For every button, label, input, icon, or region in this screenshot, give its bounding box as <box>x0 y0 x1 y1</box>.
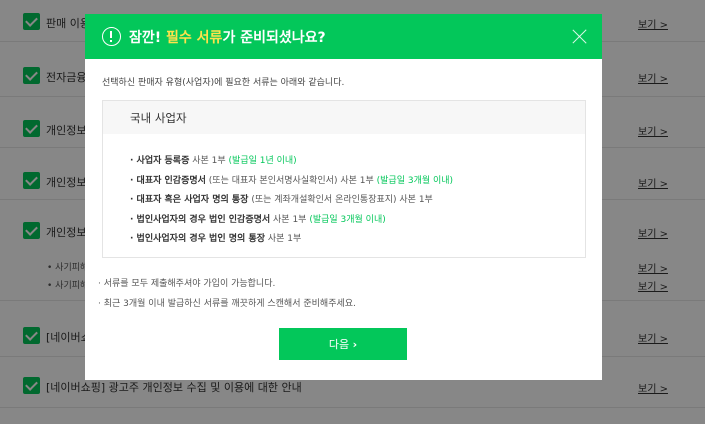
document-item: · 법인사업자의 경우 법인 명의 통장 사본 1부 <box>130 231 453 251</box>
note-item: · 최근 3개월 이내 발급하신 서류를 깨끗하게 스캔해서 준비해주세요. <box>98 299 356 309</box>
document-name: · 대표자 혹은 사업자 명의 통장 <box>130 195 249 205</box>
chevron-right-icon: › <box>352 338 358 351</box>
title-suffix: 가 준비되셨나요? <box>222 30 326 46</box>
documents-box: 국내 사업자 · 사업자 등록증 사본 1부 (발급일 1년 이내) · 대표자… <box>102 100 586 258</box>
note-item: · 서류를 모두 제출해주셔야 가입이 가능합니다. <box>98 279 276 289</box>
document-detail: 사본 1부 <box>270 214 310 225</box>
alert-circle-icon <box>102 27 121 46</box>
notes-list: · 서류를 모두 제출해주셔야 가입이 가능합니다. · 최근 3개월 이내 발… <box>98 276 356 316</box>
seller-type-title: 국내 사업자 <box>130 111 187 125</box>
next-label: 다음 <box>328 338 350 351</box>
document-name: · 법인사업자의 경우 법인 명의 통장 <box>130 234 266 244</box>
modal-title: 잠깐! 필수 서류가 준비되셨나요? <box>129 27 326 47</box>
modal-intro: 선택하신 판매자 유형(사업자)에 필요한 서류는 아래와 같습니다. <box>102 78 345 88</box>
document-item: · 대표자 인감증명서 (또는 대표자 본인서명사실확인서) 사본 1부 (발급… <box>130 173 453 193</box>
next-button[interactable]: 다음 › <box>279 328 407 360</box>
document-validity: (발급일 3개월 이내) <box>376 175 454 186</box>
close-icon[interactable] <box>571 28 588 45</box>
title-prefix: 잠깐! <box>129 30 167 46</box>
document-validity: (발급일 3개월 이내) <box>309 214 386 225</box>
document-name: · 법인사업자의 경우 법인 인감증명서 <box>130 214 271 225</box>
document-item: · 대표자 혹은 사업자 명의 통장 (또는 계좌개설확인서 온라인통장표지) … <box>130 192 453 212</box>
document-detail: 사본 1부 <box>189 156 229 166</box>
document-item: · 사업자 등록증 사본 1부 (발급일 1년 이내) <box>130 153 453 173</box>
required-documents-modal: 잠깐! 필수 서류가 준비되셨나요? 선택하신 판매자 유형(사업자)에 필요한… <box>85 14 602 380</box>
document-name: · 대표자 인감증명서 <box>130 175 206 186</box>
document-detail: 사본 1부 <box>265 234 302 244</box>
modal-header: 잠깐! 필수 서류가 준비되셨나요? <box>85 14 602 59</box>
documents-list: · 사업자 등록증 사본 1부 (발급일 1년 이내) · 대표자 인감증명서 … <box>130 153 453 251</box>
document-detail: (또는 대표자 본인서명사실확인서) 사본 1부 <box>205 175 377 186</box>
document-item: · 법인사업자의 경우 법인 인감증명서 사본 1부 (발급일 3개월 이내) <box>130 212 453 232</box>
document-validity: (발급일 1년 이내) <box>228 156 297 166</box>
document-detail: (또는 계좌개설확인서 온라인통장표지) 사본 1부 <box>248 195 433 205</box>
documents-box-header: 국내 사업자 <box>103 101 585 134</box>
title-highlight: 필수 서류 <box>166 30 223 46</box>
document-name: · 사업자 등록증 <box>130 156 190 166</box>
